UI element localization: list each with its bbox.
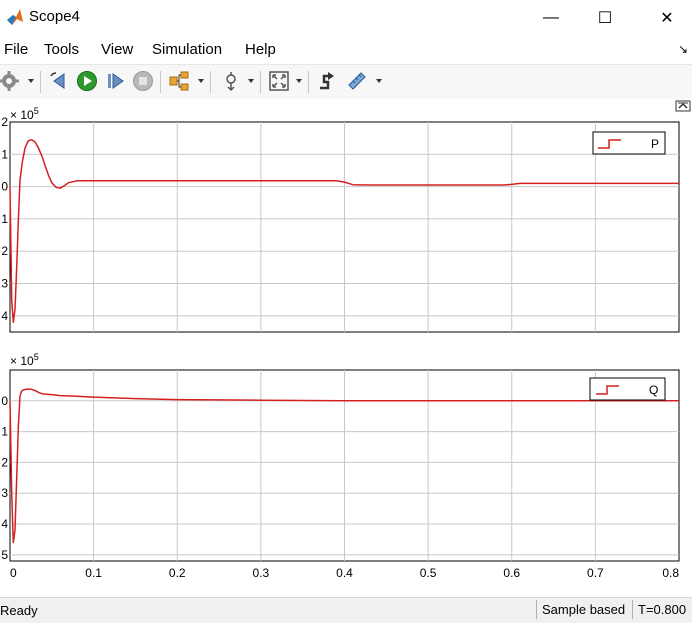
minimize-button[interactable]: — (528, 0, 574, 36)
y-tick-label: 4 (1, 517, 8, 531)
toolbar-separator (260, 71, 261, 93)
step-forward-icon[interactable] (104, 70, 126, 92)
menu-file[interactable]: File (4, 41, 28, 58)
axis-exponent: × 105 (10, 106, 39, 122)
menu-pin-icon[interactable]: ↘ (678, 42, 688, 56)
toolbar-separator (308, 71, 309, 93)
status-ready: Ready (0, 603, 38, 618)
measurements-icon[interactable] (346, 70, 368, 92)
toolbar-separator (160, 71, 161, 93)
y-tick-label: 1 (1, 212, 8, 226)
x-tick-label: 0.6 (503, 566, 520, 580)
y-tick-label: 3 (1, 277, 8, 291)
legend-label-p: P (651, 137, 659, 151)
status-sample-mode: Sample based (536, 600, 636, 619)
y-tick-label: 0 (1, 180, 8, 194)
stop-icon[interactable] (132, 70, 154, 92)
toolbar-separator (40, 71, 41, 93)
signal-dropdown-arrow[interactable] (198, 79, 204, 83)
status-sim-time: T=0.800 (632, 600, 692, 619)
y-tick-labels: 2 1 0 1 2 3 4 (1, 115, 8, 323)
y-tick-label: 1 (1, 425, 8, 439)
toolbar (0, 64, 692, 100)
y-tick-label: 2 (1, 115, 8, 129)
step-back-icon[interactable] (48, 70, 70, 92)
menu-simulation[interactable]: Simulation (152, 41, 222, 58)
toolbar-separator (210, 71, 211, 93)
fit-dropdown-arrow[interactable] (296, 79, 302, 83)
close-button[interactable]: ✕ (644, 0, 690, 36)
y-tick-label: 2 (1, 244, 8, 258)
scope-plots[interactable]: 2101234 × 105 P 012345 0 0.1 0.2 0.3 0.4 0.5 0… (0, 99, 692, 596)
window-title: Scope4 (29, 8, 80, 25)
legend-label-q: Q (649, 383, 658, 397)
x-tick-label: 0.1 (85, 566, 102, 580)
y-tick-label: 5 (1, 548, 8, 562)
run-icon[interactable] (76, 70, 98, 92)
fit-to-view-icon[interactable] (268, 70, 290, 92)
legend-p[interactable]: P (592, 131, 666, 155)
zoom-icon[interactable] (220, 70, 242, 92)
scope-plot-area: 2101234 × 105 P 012345 0 0.1 0.2 0.3 0.4 0.5 0… (0, 99, 692, 596)
x-tick-labels: 0 0.1 0.2 0.3 0.4 0.5 0.6 0.7 0.8 (10, 566, 679, 580)
menu-tools[interactable]: Tools (44, 41, 79, 58)
x-tick-label: 0.4 (336, 566, 353, 580)
x-tick-label: 0.3 (253, 566, 270, 580)
matlab-icon (7, 9, 23, 25)
x-tick-label: 0.8 (662, 566, 679, 580)
title-bar: Scope4 — ☐ ✕ (0, 0, 692, 36)
y-tick-label: 3 (1, 486, 8, 500)
axes-q[interactable]: 0 1 2 3 4 5 0 0.1 0.2 0.3 0.4 0.5 0.6 0.7 0.8 × 105 Q (1, 352, 680, 580)
y-tick-label: 2 (1, 455, 8, 469)
axes-p[interactable]: 2 1 0 1 2 3 4 × 105 P (1, 106, 680, 333)
y-tick-label: 4 (1, 309, 8, 323)
x-tick-label: 0.5 (420, 566, 437, 580)
status-bar: Ready Sample based T=0.800 (0, 597, 692, 623)
signal-selector-icon[interactable] (168, 70, 190, 92)
maximize-button[interactable]: ☐ (582, 0, 628, 36)
x-tick-label: 0.2 (169, 566, 186, 580)
x-tick-label: 0.7 (587, 566, 604, 580)
zoom-dropdown-arrow[interactable] (248, 79, 254, 83)
undock-icon[interactable] (675, 100, 691, 112)
menu-bar: File Tools View Simulation Help ↘ (0, 38, 692, 62)
measurements-dropdown-arrow[interactable] (376, 79, 382, 83)
axis-exponent: × 105 (10, 352, 39, 368)
x-tick-label: 0 (10, 566, 17, 580)
gear-dropdown-arrow[interactable] (28, 79, 34, 83)
highlight-block-icon[interactable] (316, 70, 338, 92)
menu-help[interactable]: Help (245, 41, 276, 58)
menu-view[interactable]: View (101, 41, 133, 58)
gear-icon[interactable] (0, 70, 20, 92)
y-tick-label: 1 (1, 147, 8, 161)
y-tick-label: 0 (1, 394, 8, 408)
legend-q[interactable]: Q (589, 377, 666, 401)
y-tick-labels: 0 1 2 3 4 5 (1, 394, 8, 562)
